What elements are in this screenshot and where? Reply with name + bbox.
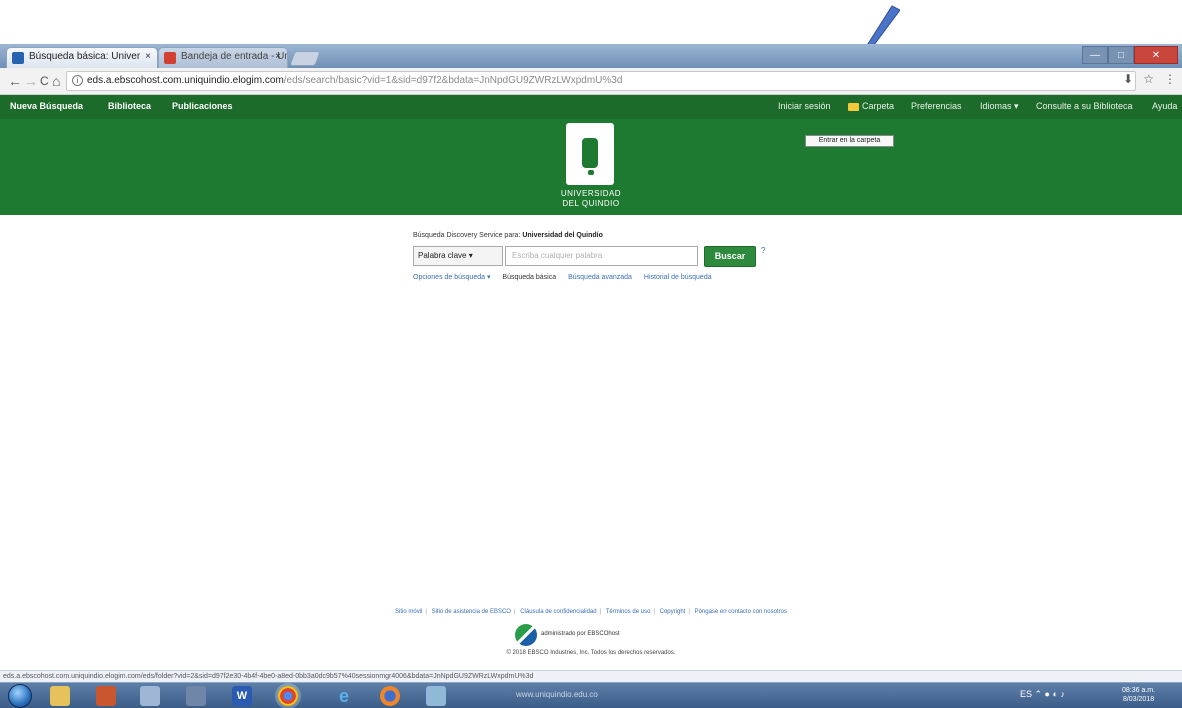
close-tab-icon[interactable]: × xyxy=(145,51,151,62)
folder-icon xyxy=(848,103,859,111)
media-player-icon[interactable] xyxy=(96,686,116,706)
maximize-button[interactable]: □ xyxy=(1108,46,1134,64)
gmail-favicon-icon xyxy=(164,52,176,64)
search-options-link[interactable]: Opciones de búsqueda ▾ xyxy=(413,274,490,281)
footer-link-contact[interactable]: Póngase en contacto con nosotros xyxy=(695,609,787,615)
university-logo-icon xyxy=(566,123,614,185)
screenshot: Búsqueda básica: Univer × Bandeja de ent… xyxy=(0,0,1182,708)
search-input[interactable]: Escriba cualquier palabra xyxy=(505,246,698,266)
minimize-button[interactable]: — xyxy=(1082,46,1108,64)
footer-link-mobile[interactable]: Sitio móvil xyxy=(395,609,422,615)
ebscohost-logo-icon xyxy=(515,624,537,646)
advanced-search-link[interactable]: Búsqueda avanzada xyxy=(568,274,632,281)
document-icon[interactable] xyxy=(140,686,160,706)
paint-icon[interactable] xyxy=(186,686,206,706)
logo-line-1: UNIVERSIDAD xyxy=(560,189,622,198)
footer-link-support[interactable]: Sitio de asistencia de EBSCO xyxy=(432,609,511,615)
footer-link-copyright[interactable]: Copyright xyxy=(660,609,686,615)
footer-link-privacy[interactable]: Cláusula de confidencialidad xyxy=(520,609,596,615)
windows-taskbar: W e www.uniquindio.edu.co ES ⌃ ● ◐ ♪ 08:… xyxy=(0,682,1182,708)
chrome-icon[interactable] xyxy=(278,686,298,706)
home-button[interactable]: ⌂ xyxy=(52,72,60,90)
search-button[interactable]: Buscar xyxy=(704,246,756,267)
footer-link-terms[interactable]: Términos de uso xyxy=(606,609,651,615)
browser-toolbar: ← → C ⌂ i eds.a.ebscohost.com.uniquindio… xyxy=(0,68,1182,95)
extension-icon[interactable]: ⬇ xyxy=(1123,72,1133,86)
reload-button[interactable]: C xyxy=(40,72,49,90)
nav-ask-library[interactable]: Consulte a su Biblioteca xyxy=(1036,101,1133,111)
copyright-text: © 2018 EBSCO Industries, Inc. Todos los … xyxy=(506,650,676,656)
firefox-icon[interactable] xyxy=(380,686,400,706)
help-icon[interactable]: ? xyxy=(761,246,765,255)
start-button-icon[interactable] xyxy=(8,684,32,708)
powered-by: administrado por EBSCOhost xyxy=(541,631,620,637)
clock-date: 8/03/2018 xyxy=(1122,696,1155,703)
forward-button[interactable]: → xyxy=(24,72,38,90)
internet-explorer-icon[interactable]: e xyxy=(334,686,354,706)
search-links: Opciones de búsqueda ▾ Búsqueda básica B… xyxy=(413,273,722,281)
nav-library[interactable]: Biblioteca xyxy=(108,101,151,111)
system-tray-icons[interactable]: ES ⌃ ● ◐ ♪ xyxy=(1020,689,1065,700)
nav-preferences[interactable]: Preferencias xyxy=(911,101,962,111)
window-controls: — □ ✕ xyxy=(1082,46,1178,64)
url-host: eds.a.ebscohost.com.uniquindio.elogim.co… xyxy=(87,75,284,86)
address-bar[interactable]: i eds.a.ebscohost.com.uniquindio.elogim.… xyxy=(66,71,1136,91)
nav-sign-in[interactable]: Iniciar sesión xyxy=(778,101,831,111)
search-history-link[interactable]: Historial de búsqueda xyxy=(644,274,712,281)
back-button[interactable]: ← xyxy=(8,72,22,90)
folder-tooltip: Entrar en la carpeta xyxy=(805,135,894,147)
file-explorer-icon[interactable] xyxy=(50,686,70,706)
nav-languages[interactable]: Idiomas ▾ xyxy=(980,101,1019,112)
nav-help[interactable]: Ayuda xyxy=(1152,101,1177,111)
tab-label: Bandeja de entrada - Univers xyxy=(181,51,287,62)
search-institution: Universidad del Quindío xyxy=(522,232,603,239)
url-path: /eds/search/basic?vid=1&sid=d97f2&bdata=… xyxy=(283,75,623,86)
ebsco-favicon-icon xyxy=(12,52,24,64)
basic-search-link[interactable]: Búsqueda básica xyxy=(502,274,556,281)
taskbar-clock[interactable]: 08:36 a.m. 8/03/2018 xyxy=(1122,686,1155,704)
photo-viewer-icon[interactable] xyxy=(426,686,446,706)
search-label: Búsqueda Discovery Service para: Univers… xyxy=(413,232,603,239)
menu-icon[interactable]: ⋮ xyxy=(1164,72,1176,86)
word-icon[interactable]: W xyxy=(232,686,252,706)
browser-tabstrip: Búsqueda básica: Univer × Bandeja de ent… xyxy=(0,44,1182,68)
tab-ebsco[interactable]: Búsqueda básica: Univer × xyxy=(6,47,158,68)
footer-links: Sitio móvil | Sitio de asistencia de EBSC… xyxy=(395,609,787,615)
university-name: UNIVERSIDAD DEL QUINDIO xyxy=(546,189,636,209)
clock-time: 08:36 a.m. xyxy=(1122,687,1156,694)
new-tab-button[interactable] xyxy=(289,51,321,66)
taskbar-window-title[interactable]: www.uniquindio.edu.co xyxy=(516,690,598,699)
tab-gmail[interactable]: Bandeja de entrada - Univers × xyxy=(158,47,288,68)
tab-label: Búsqueda básica: Univer xyxy=(29,51,141,62)
close-tab-icon[interactable]: × xyxy=(275,51,281,62)
logo-line-2: DEL QUINDIO xyxy=(562,199,620,208)
close-window-button[interactable]: ✕ xyxy=(1134,46,1178,64)
nav-folder[interactable]: Carpeta xyxy=(862,101,894,111)
ebsco-topbar: Nueva Búsqueda Biblioteca Publicaciones … xyxy=(0,95,1182,119)
bookmark-star-icon[interactable]: ☆ xyxy=(1143,72,1154,86)
search-field-select[interactable]: Palabra clave ▾ xyxy=(413,246,503,266)
browser-statusbar: eds.a.ebscohost.com.uniquindio.elogim.co… xyxy=(0,670,1182,682)
nav-publications[interactable]: Publicaciones xyxy=(172,101,233,111)
toolbar-actions: ⬇ ☆ ⋮ xyxy=(1123,72,1176,86)
nav-new-search[interactable]: Nueva Búsqueda xyxy=(10,101,83,111)
info-icon[interactable]: i xyxy=(72,75,83,86)
